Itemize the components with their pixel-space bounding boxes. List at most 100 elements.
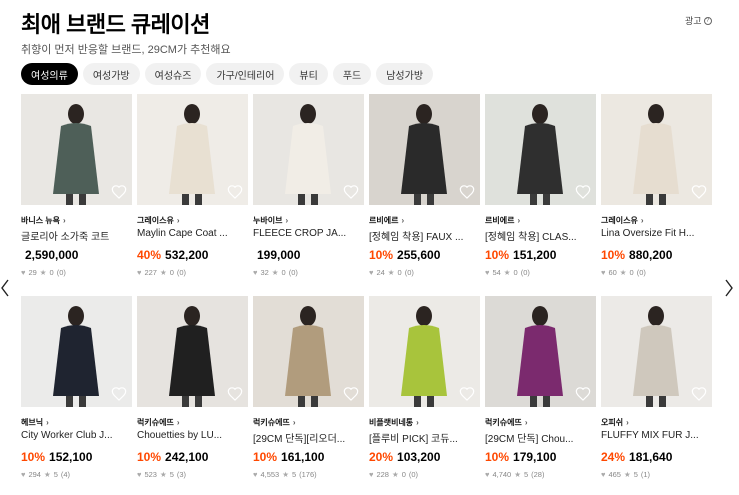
tab-food[interactable]: 푸드 bbox=[332, 63, 372, 85]
tab-beauty[interactable]: 뷰티 bbox=[289, 63, 328, 85]
product-card[interactable]: 르비에르 › [정혜임 착용] FAUX ... 10% 255,600 ♥ 2… bbox=[369, 94, 480, 296]
heart-small-icon: ♥ bbox=[485, 470, 490, 479]
product-stats: ♥ 227 ★ 0 (0) bbox=[137, 268, 186, 277]
heart-icon[interactable] bbox=[343, 386, 359, 402]
product-card[interactable]: 럭키슈에뜨 › [29CM 단독] Chou... 10% 179,100 ♥ … bbox=[485, 296, 596, 495]
product-image[interactable] bbox=[21, 94, 132, 205]
model-head bbox=[648, 104, 664, 124]
heart-icon[interactable] bbox=[227, 184, 243, 200]
model-leg bbox=[646, 396, 653, 407]
star-icon: ★ bbox=[43, 470, 51, 479]
heart-icon[interactable] bbox=[575, 184, 591, 200]
product-name[interactable]: Maylin Cape Coat ... bbox=[137, 228, 248, 239]
product-image[interactable] bbox=[485, 296, 596, 407]
brand-link[interactable]: 럭키슈에뜨 › bbox=[485, 417, 527, 428]
review-count: (1) bbox=[640, 470, 651, 479]
star-icon: ★ bbox=[623, 470, 631, 479]
product-card[interactable]: 럭키슈에뜨 › [29CM 단독][리오더... 10% 161,100 ♥ 4… bbox=[253, 296, 364, 495]
tab-men-bags[interactable]: 남성가방 bbox=[376, 63, 434, 85]
product-card[interactable]: 비플랫비네통 › [플루비 PICK] 코듀... 20% 103,200 ♥ … bbox=[369, 296, 480, 495]
like-count: 24 bbox=[376, 268, 385, 277]
heart-icon[interactable] bbox=[691, 184, 707, 200]
brand-link[interactable]: 르비에르 › bbox=[485, 215, 520, 226]
heart-icon[interactable] bbox=[691, 386, 707, 402]
tab-women-clothing[interactable]: 여성의류 bbox=[21, 63, 78, 85]
brand-link[interactable]: 오피쉬 › bbox=[601, 417, 629, 428]
model-leg bbox=[182, 194, 189, 205]
discount-rate: 10% bbox=[21, 450, 46, 464]
product-card[interactable]: 바니스 뉴욕 › 글로리아 소가죽 코트 2,590,000 ♥ 29 ★ 0 … bbox=[21, 94, 132, 296]
like-count: 227 bbox=[144, 268, 157, 277]
heart-icon[interactable] bbox=[111, 184, 127, 200]
product-name[interactable]: [29CM 단독] Chou... bbox=[485, 430, 596, 445]
product-name[interactable]: [29CM 단독][리오더... bbox=[253, 430, 364, 445]
product-card[interactable]: 럭키슈에뜨 › Chouetties by LU... 10% 242,100 … bbox=[137, 296, 248, 495]
product-name[interactable]: FLUFFY MIX FUR J... bbox=[601, 430, 712, 441]
model-head bbox=[184, 306, 200, 326]
rating: 0 bbox=[401, 470, 406, 479]
product-name[interactable]: [정혜임 착용] FAUX ... bbox=[369, 228, 480, 243]
brand-link[interactable]: 그레이스유 › bbox=[601, 215, 643, 226]
model-leg bbox=[543, 194, 550, 205]
tab-women-shoes[interactable]: 여성슈즈 bbox=[144, 63, 202, 85]
heart-icon[interactable] bbox=[459, 386, 475, 402]
product-image[interactable] bbox=[601, 296, 712, 407]
rating: 5 bbox=[291, 470, 297, 479]
like-count: 54 bbox=[492, 268, 501, 277]
star-icon: ★ bbox=[503, 268, 511, 277]
product-name[interactable]: 글로리아 소가죽 코트 bbox=[21, 228, 132, 243]
chevron-right-icon: › bbox=[640, 216, 644, 225]
price: 880,200 bbox=[629, 248, 673, 262]
brand-link[interactable]: 럭키슈에뜨 › bbox=[253, 417, 295, 428]
heart-icon[interactable] bbox=[575, 386, 591, 402]
brand-link[interactable]: 바니스 뉴욕 › bbox=[21, 215, 66, 226]
product-card[interactable]: 그레이스유 › Lina Oversize Fit H... 10% 880,2… bbox=[601, 94, 712, 296]
product-image[interactable] bbox=[369, 296, 480, 407]
price-row: 10% 161,100 bbox=[253, 450, 324, 464]
product-image[interactable] bbox=[485, 94, 596, 205]
heart-icon[interactable] bbox=[459, 184, 475, 200]
heart-small-icon: ♥ bbox=[485, 268, 490, 277]
product-image[interactable] bbox=[253, 296, 364, 407]
carousel-prev-icon[interactable] bbox=[0, 278, 10, 298]
brand-link[interactable]: 르비에르 › bbox=[369, 215, 404, 226]
brand-link[interactable]: 럭키슈에뜨 › bbox=[137, 417, 179, 428]
product-image[interactable] bbox=[601, 94, 712, 205]
product-name[interactable]: City Worker Club J... bbox=[21, 430, 132, 441]
product-card[interactable]: 헤브닉 › City Worker Club J... 10% 152,100 … bbox=[21, 296, 132, 495]
heart-small-icon: ♥ bbox=[137, 268, 142, 277]
product-image[interactable] bbox=[369, 94, 480, 205]
product-name[interactable]: Chouetties by LU... bbox=[137, 430, 248, 441]
product-image[interactable] bbox=[137, 296, 248, 407]
heart-icon[interactable] bbox=[343, 184, 359, 200]
brand-link[interactable]: 누바이브 › bbox=[253, 215, 288, 226]
product-image[interactable] bbox=[253, 94, 364, 205]
carousel-next-icon[interactable] bbox=[724, 278, 734, 298]
product-name[interactable]: [정혜임 착용] CLAS... bbox=[485, 228, 596, 243]
brand-name: 르비에르 bbox=[369, 216, 399, 225]
product-card[interactable]: 그레이스유 › Maylin Cape Coat ... 40% 532,200… bbox=[137, 94, 248, 296]
product-name[interactable]: Lina Oversize Fit H... bbox=[601, 228, 712, 239]
product-image[interactable] bbox=[137, 94, 248, 205]
tab-women-bags[interactable]: 여성가방 bbox=[82, 63, 140, 85]
brand-link[interactable]: 헤브닉 › bbox=[21, 417, 49, 428]
product-name[interactable]: [플루비 PICK] 코듀... bbox=[369, 430, 480, 445]
product-card[interactable]: 오피쉬 › FLUFFY MIX FUR J... 24% 181,640 ♥ … bbox=[601, 296, 712, 495]
ad-info-button[interactable]: 광고 ? bbox=[685, 14, 712, 27]
discount-rate: 10% bbox=[137, 450, 162, 464]
tab-furniture-interior[interactable]: 가구/인테리어 bbox=[206, 63, 285, 85]
price-row: 10% 242,100 bbox=[137, 450, 208, 464]
chevron-right-icon: › bbox=[176, 216, 180, 225]
brand-link[interactable]: 비플랫비네통 › bbox=[369, 417, 419, 428]
product-card[interactable]: 누바이브 › FLEECE CROP JA... 199,000 ♥ 32 ★ … bbox=[253, 94, 364, 296]
model-leg bbox=[659, 194, 666, 205]
product-name[interactable]: FLEECE CROP JA... bbox=[253, 228, 364, 239]
heart-icon[interactable] bbox=[111, 386, 127, 402]
rating: 5 bbox=[633, 470, 638, 479]
product-image[interactable] bbox=[21, 296, 132, 407]
brand-link[interactable]: 그레이스유 › bbox=[137, 215, 179, 226]
heart-icon[interactable] bbox=[227, 386, 243, 402]
price: 151,200 bbox=[513, 248, 557, 262]
star-icon: ★ bbox=[39, 268, 47, 277]
product-card[interactable]: 르비에르 › [정혜임 착용] CLAS... 10% 151,200 ♥ 54… bbox=[485, 94, 596, 296]
